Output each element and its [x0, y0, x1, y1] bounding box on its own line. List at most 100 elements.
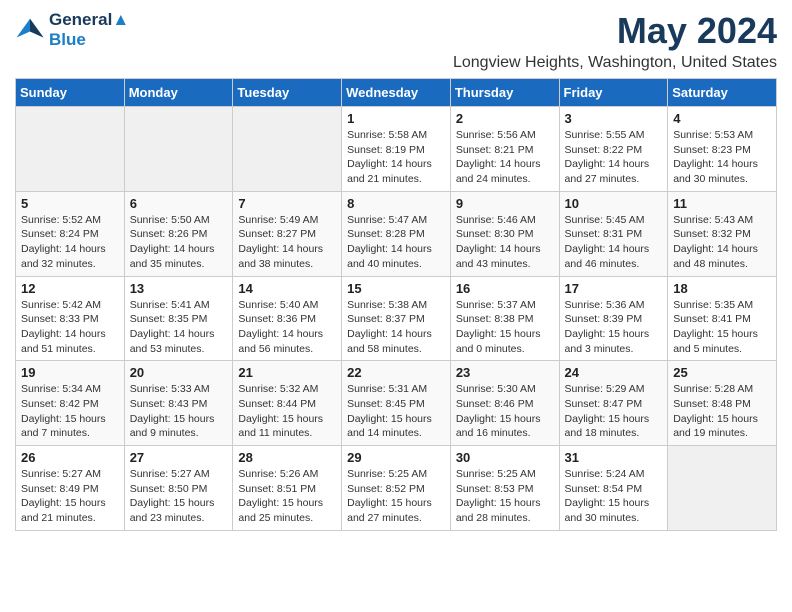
day-info: Sunrise: 5:31 AMSunset: 8:45 PMDaylight:…: [347, 382, 445, 441]
day-info: Sunrise: 5:35 AMSunset: 8:41 PMDaylight:…: [673, 298, 771, 357]
calendar-cell: 15 Sunrise: 5:38 AMSunset: 8:37 PMDayligh…: [342, 276, 451, 361]
day-number: 22: [347, 365, 445, 380]
day-number: 15: [347, 281, 445, 296]
calendar-cell: 16 Sunrise: 5:37 AMSunset: 8:38 PMDayligh…: [450, 276, 559, 361]
calendar-cell: [124, 107, 233, 192]
calendar-cell: 20Sunrise: 5:33 AMSunset: 8:43 PMDayligh…: [124, 361, 233, 446]
calendar-week-row: 5 Sunrise: 5:52 AMSunset: 8:24 PMDaylight…: [16, 191, 777, 276]
day-number: 24: [565, 365, 663, 380]
calendar-cell: 28 Sunrise: 5:26 AMSunset: 8:51 PMDayligh…: [233, 446, 342, 531]
calendar-cell: 3 Sunrise: 5:55 AMSunset: 8:22 PMDaylight…: [559, 107, 668, 192]
calendar-cell: 25 Sunrise: 5:28 AMSunset: 8:48 PMDayligh…: [668, 361, 777, 446]
calendar-cell: 17 Sunrise: 5:36 AMSunset: 8:39 PMDayligh…: [559, 276, 668, 361]
day-info: Sunrise: 5:49 AMSunset: 8:27 PMDaylight:…: [238, 213, 336, 272]
day-info: Sunrise: 5:34 AMSunset: 8:42 PMDaylight:…: [21, 382, 119, 441]
day-info: Sunrise: 5:30 AMSunset: 8:46 PMDaylight:…: [456, 382, 554, 441]
logo: General▲ Blue: [15, 10, 129, 49]
day-number: 28: [238, 450, 336, 465]
day-number: 6: [130, 196, 228, 211]
calendar-cell: 21 Sunrise: 5:32 AMSunset: 8:44 PMDayligh…: [233, 361, 342, 446]
day-number: 31: [565, 450, 663, 465]
day-info: Sunrise: 5:45 AMSunset: 8:31 PMDaylight:…: [565, 213, 663, 272]
main-title: May 2024: [453, 10, 777, 52]
day-number: 11: [673, 196, 771, 211]
day-number: 25: [673, 365, 771, 380]
calendar-cell: 10 Sunrise: 5:45 AMSunset: 8:31 PMDayligh…: [559, 191, 668, 276]
page-header: General▲ Blue May 2024 Longview Heights,…: [15, 10, 777, 72]
calendar-cell: 31 Sunrise: 5:24 AMSunset: 8:54 PMDayligh…: [559, 446, 668, 531]
header-wednesday: Wednesday: [342, 79, 451, 107]
day-number: 18: [673, 281, 771, 296]
day-info: Sunrise: 5:42 AMSunset: 8:33 PMDaylight:…: [21, 298, 119, 357]
day-number: 4: [673, 111, 771, 126]
day-info: Sunrise: 5:38 AMSunset: 8:37 PMDaylight:…: [347, 298, 445, 357]
day-info: Sunrise: 5:37 AMSunset: 8:38 PMDaylight:…: [456, 298, 554, 357]
day-info: Sunrise: 5:32 AMSunset: 8:44 PMDaylight:…: [238, 382, 336, 441]
day-number: 16: [456, 281, 554, 296]
calendar-cell: 8 Sunrise: 5:47 AMSunset: 8:28 PMDaylight…: [342, 191, 451, 276]
calendar-cell: 1 Sunrise: 5:58 AMSunset: 8:19 PMDaylight…: [342, 107, 451, 192]
calendar-cell: 12 Sunrise: 5:42 AMSunset: 8:33 PMDayligh…: [16, 276, 125, 361]
header-saturday: Saturday: [668, 79, 777, 107]
calendar-cell: 4 Sunrise: 5:53 AMSunset: 8:23 PMDaylight…: [668, 107, 777, 192]
day-number: 20: [130, 365, 228, 380]
day-number: 5: [21, 196, 119, 211]
day-number: 3: [565, 111, 663, 126]
day-number: 8: [347, 196, 445, 211]
day-info: Sunrise: 5:27 AMSunset: 8:49 PMDaylight:…: [21, 467, 119, 526]
header-sunday: Sunday: [16, 79, 125, 107]
calendar-cell: 9Sunrise: 5:46 AMSunset: 8:30 PMDaylight…: [450, 191, 559, 276]
logo-text: General▲ Blue: [49, 10, 129, 49]
calendar-cell: 7 Sunrise: 5:49 AMSunset: 8:27 PMDaylight…: [233, 191, 342, 276]
day-info: Sunrise: 5:52 AMSunset: 8:24 PMDaylight:…: [21, 213, 119, 272]
header-tuesday: Tuesday: [233, 79, 342, 107]
day-number: 17: [565, 281, 663, 296]
logo-icon: [15, 15, 45, 45]
header-thursday: Thursday: [450, 79, 559, 107]
calendar-cell: 26 Sunrise: 5:27 AMSunset: 8:49 PMDayligh…: [16, 446, 125, 531]
day-number: 10: [565, 196, 663, 211]
day-number: 2: [456, 111, 554, 126]
day-info: Sunrise: 5:55 AMSunset: 8:22 PMDaylight:…: [565, 128, 663, 187]
calendar-cell: 30 Sunrise: 5:25 AMSunset: 8:53 PMDayligh…: [450, 446, 559, 531]
day-number: 30: [456, 450, 554, 465]
calendar-week-row: 1 Sunrise: 5:58 AMSunset: 8:19 PMDaylight…: [16, 107, 777, 192]
day-info: Sunrise: 5:36 AMSunset: 8:39 PMDaylight:…: [565, 298, 663, 357]
day-number: 12: [21, 281, 119, 296]
day-info: Sunrise: 5:50 AMSunset: 8:26 PMDaylight:…: [130, 213, 228, 272]
calendar-cell: 29Sunrise: 5:25 AMSunset: 8:52 PMDayligh…: [342, 446, 451, 531]
calendar-cell: [668, 446, 777, 531]
calendar-cell: 23 Sunrise: 5:30 AMSunset: 8:46 PMDayligh…: [450, 361, 559, 446]
calendar-cell: 13Sunrise: 5:41 AMSunset: 8:35 PMDayligh…: [124, 276, 233, 361]
calendar-cell: 19Sunrise: 5:34 AMSunset: 8:42 PMDayligh…: [16, 361, 125, 446]
day-info: Sunrise: 5:43 AMSunset: 8:32 PMDaylight:…: [673, 213, 771, 272]
day-info: Sunrise: 5:26 AMSunset: 8:51 PMDaylight:…: [238, 467, 336, 526]
day-info: Sunrise: 5:29 AMSunset: 8:47 PMDaylight:…: [565, 382, 663, 441]
day-number: 23: [456, 365, 554, 380]
calendar-cell: 18 Sunrise: 5:35 AMSunset: 8:41 PMDayligh…: [668, 276, 777, 361]
subtitle: Longview Heights, Washington, United Sta…: [453, 54, 777, 72]
header-friday: Friday: [559, 79, 668, 107]
day-info: Sunrise: 5:53 AMSunset: 8:23 PMDaylight:…: [673, 128, 771, 187]
calendar-cell: 6 Sunrise: 5:50 AMSunset: 8:26 PMDaylight…: [124, 191, 233, 276]
calendar-week-row: 26 Sunrise: 5:27 AMSunset: 8:49 PMDayligh…: [16, 446, 777, 531]
day-number: 14: [238, 281, 336, 296]
day-info: Sunrise: 5:24 AMSunset: 8:54 PMDaylight:…: [565, 467, 663, 526]
day-number: 29: [347, 450, 445, 465]
day-info: Sunrise: 5:27 AMSunset: 8:50 PMDaylight:…: [130, 467, 228, 526]
day-number: 7: [238, 196, 336, 211]
day-info: Sunrise: 5:28 AMSunset: 8:48 PMDaylight:…: [673, 382, 771, 441]
day-number: 26: [21, 450, 119, 465]
calendar-cell: 5 Sunrise: 5:52 AMSunset: 8:24 PMDaylight…: [16, 191, 125, 276]
day-info: Sunrise: 5:58 AMSunset: 8:19 PMDaylight:…: [347, 128, 445, 187]
day-info: Sunrise: 5:25 AMSunset: 8:53 PMDaylight:…: [456, 467, 554, 526]
day-number: 21: [238, 365, 336, 380]
day-info: Sunrise: 5:41 AMSunset: 8:35 PMDaylight:…: [130, 298, 228, 357]
day-info: Sunrise: 5:47 AMSunset: 8:28 PMDaylight:…: [347, 213, 445, 272]
day-number: 9: [456, 196, 554, 211]
day-number: 1: [347, 111, 445, 126]
calendar-cell: 24 Sunrise: 5:29 AMSunset: 8:47 PMDayligh…: [559, 361, 668, 446]
calendar-cell: [16, 107, 125, 192]
day-info: Sunrise: 5:56 AMSunset: 8:21 PMDaylight:…: [456, 128, 554, 187]
header-monday: Monday: [124, 79, 233, 107]
